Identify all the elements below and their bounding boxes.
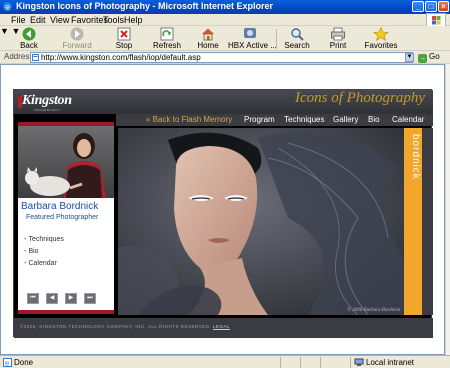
search-icon — [291, 28, 304, 41]
menu-bar: File Edit View Favorites Tools Help — [0, 14, 450, 26]
back-button[interactable]: Back — [14, 27, 44, 50]
menu-edit[interactable]: Edit — [30, 15, 46, 25]
maximize-button[interactable]: □ — [425, 1, 437, 12]
refresh-icon — [160, 27, 174, 41]
hbx-icon — [244, 28, 256, 38]
gallery-controls: ⏮ ◀ ▶ ⏭ — [17, 288, 113, 310]
right-strip — [422, 128, 433, 315]
page-viewport: Kingston TECHNOLOGY Icons of Photography… — [0, 64, 445, 355]
address-input[interactable]: http://www.kingston.com/flash/iop/defaul… — [30, 52, 413, 63]
favorites-button[interactable]: Favorites — [364, 27, 398, 50]
status-text: Done — [14, 358, 34, 367]
next-image-icon[interactable]: ▶ — [65, 293, 77, 304]
banner-title: Icons of Photography — [295, 90, 425, 106]
last-image-icon[interactable]: ⏭ — [84, 293, 96, 304]
window-title: Kingston Icons of Photography - Microsof… — [16, 1, 274, 11]
photographer-name: Barbara Bordnick — [21, 201, 99, 212]
go-arrow-icon: → — [418, 54, 427, 63]
photographer-name-band: bordnick — [404, 128, 422, 315]
address-bar: Address http://www.kingston.com/flash/io… — [0, 51, 450, 64]
featured-photo: © 2006 Barbara Bordnick — [118, 128, 404, 315]
status-divider — [320, 357, 321, 368]
previous-image-icon[interactable]: ◀ — [46, 293, 58, 304]
page-done-icon: e — [3, 358, 12, 367]
svg-text:e: e — [5, 360, 9, 368]
nav-calendar[interactable]: Calendar — [392, 115, 424, 124]
security-zone: Local intranet — [366, 358, 415, 367]
link-techniques[interactable]: • Techniques — [24, 236, 64, 248]
site-footer: ©2006, KINGSTON TECHNOLOGY COMPANY, INC.… — [14, 318, 433, 338]
nav-techniques[interactable]: Techniques — [284, 115, 324, 124]
title-bar: e Kingston Icons of Photography - Micros… — [0, 0, 450, 14]
address-url: http://www.kingston.com/flash/iop/defaul… — [41, 53, 201, 62]
star-icon — [373, 27, 389, 41]
status-divider — [280, 357, 281, 368]
legal-link[interactable]: LEGAL — [213, 324, 230, 329]
page-icon — [32, 54, 39, 61]
link-calendar[interactable]: • Calendar — [24, 260, 64, 272]
windows-logo-icon — [426, 13, 446, 27]
hbx-active-button[interactable]: HBX Active ... — [228, 27, 277, 50]
stop-button[interactable]: Stop — [112, 27, 136, 50]
status-divider — [350, 357, 351, 368]
stop-icon — [117, 27, 131, 41]
back-arrow-icon — [22, 27, 36, 41]
photographer-title: Featured Photographer — [26, 214, 99, 221]
photographer-links: • Techniques • Bio • Calendar — [24, 236, 64, 272]
close-button[interactable]: × — [438, 1, 449, 12]
menu-tools[interactable]: Tools — [103, 15, 124, 25]
go-button[interactable]: → Go — [418, 52, 440, 63]
site-nav: « Back to Flash Memory Program Technique… — [116, 114, 433, 126]
photographer-portrait — [18, 126, 114, 198]
nav-program[interactable]: Program — [244, 115, 275, 124]
printer-icon — [331, 27, 345, 41]
menu-file[interactable]: File — [11, 15, 26, 25]
home-icon — [202, 28, 214, 41]
nav-bio[interactable]: Bio — [368, 115, 380, 124]
vertical-scrollbar[interactable] — [445, 64, 450, 355]
link-bio[interactable]: • Bio — [24, 248, 64, 260]
logo-tagline: TECHNOLOGY — [34, 108, 61, 112]
vertical-photographer-name: bordnick — [410, 134, 421, 180]
address-label: Address — [4, 52, 34, 61]
menu-help[interactable]: Help — [124, 15, 143, 25]
internet-explorer-icon: e — [3, 2, 12, 12]
nav-gallery[interactable]: Gallery — [333, 115, 358, 124]
toolbar: Back ▼ Forward ▼ Stop Refresh Home HBX A… — [0, 26, 450, 51]
kingston-logo[interactable]: Kingston TECHNOLOGY — [18, 93, 102, 112]
intranet-icon — [354, 358, 364, 366]
toolbar-separator — [276, 29, 277, 49]
logo-text: Kingston — [22, 93, 72, 108]
status-divider — [300, 357, 301, 368]
minimize-button[interactable]: _ — [412, 1, 424, 12]
first-image-icon[interactable]: ⏮ — [27, 293, 39, 304]
address-dropdown-icon[interactable]: ▼ — [405, 53, 414, 62]
status-bar: e Done Local intranet — [0, 355, 450, 368]
site-header: Kingston TECHNOLOGY Icons of Photography — [14, 90, 433, 114]
print-button[interactable]: Print — [326, 27, 350, 50]
search-button[interactable]: Search — [283, 27, 311, 50]
back-dropdown-icon[interactable]: ▼ — [0, 26, 9, 36]
forward-arrow-icon — [70, 27, 84, 41]
back-to-flash-memory-link[interactable]: « Back to Flash Memory — [146, 115, 232, 124]
footer-text: ©2006, KINGSTON TECHNOLOGY COMPANY, INC.… — [20, 324, 230, 329]
refresh-button[interactable]: Refresh — [152, 27, 182, 50]
photo-credit: © 2006 Barbara Bordnick — [347, 308, 400, 313]
svg-text:e: e — [5, 3, 10, 12]
menu-view[interactable]: View — [50, 15, 69, 25]
panel-bottom-bar — [18, 310, 114, 314]
photographer-panel: Barbara Bordnick Featured Photographer •… — [18, 114, 114, 314]
home-button[interactable]: Home — [196, 27, 220, 50]
forward-button[interactable]: Forward — [60, 27, 94, 50]
